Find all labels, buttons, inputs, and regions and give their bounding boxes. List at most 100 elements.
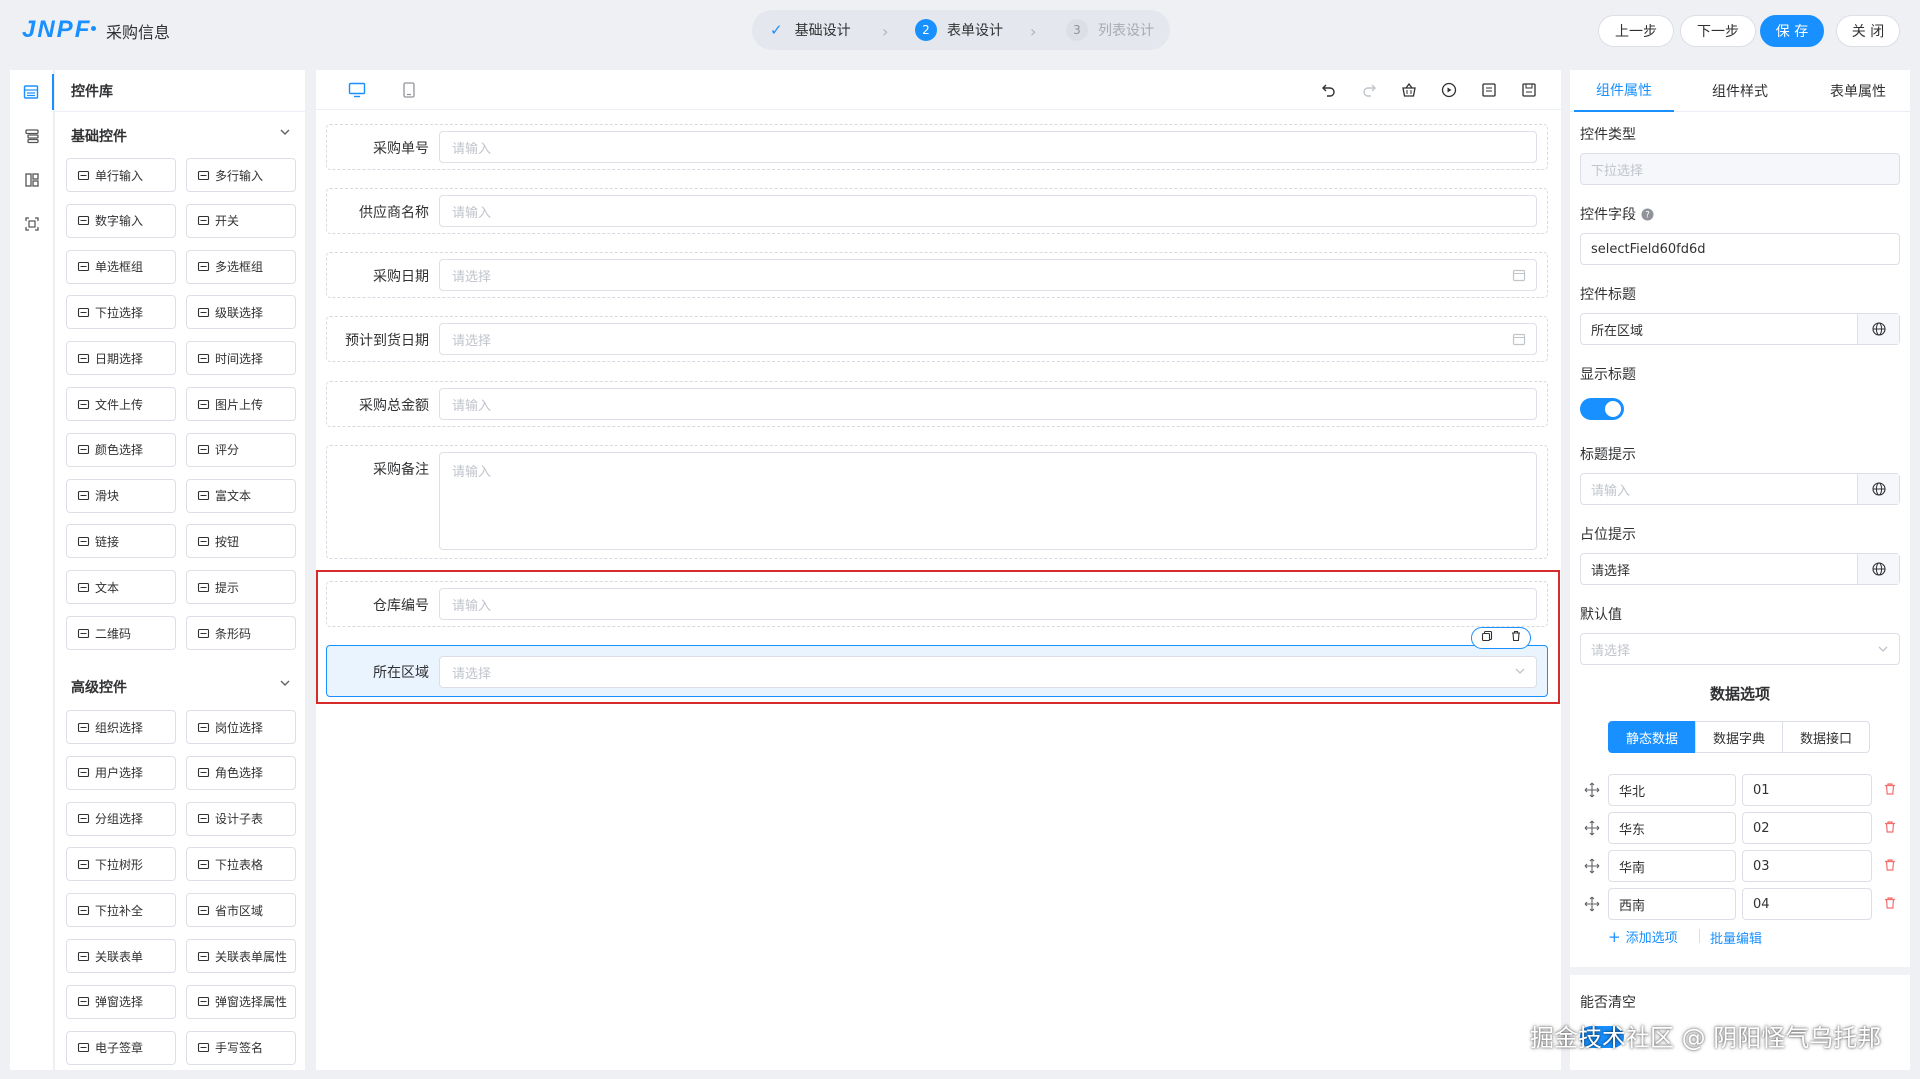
option-label-input[interactable]: 华北 (1608, 774, 1736, 806)
component-item[interactable]: 滑块 (66, 478, 176, 513)
copy-icon[interactable] (1481, 630, 1493, 646)
component-item[interactable]: 设计子表 (186, 801, 296, 836)
component-item[interactable]: 下拉树形 (66, 847, 176, 882)
delete-icon[interactable] (1510, 630, 1522, 646)
component-item[interactable]: 评分 (186, 432, 296, 467)
desktop-view-icon[interactable] (344, 78, 370, 102)
component-item[interactable]: 按钮 (186, 524, 296, 559)
component-item[interactable]: 富文本 (186, 478, 296, 513)
step-list-design[interactable]: 3 列表设计 (1066, 10, 1154, 50)
form-item-remarks[interactable]: 采购备注 请输入 (326, 445, 1548, 559)
save-button[interactable]: 保 存 (1760, 15, 1824, 47)
component-item[interactable]: 下拉补全 (66, 893, 176, 928)
add-option-link[interactable]: + 添加选项 (1608, 927, 1678, 947)
show-title-switch[interactable] (1580, 398, 1624, 420)
globe-icon[interactable] (1857, 554, 1899, 584)
step-basic-design[interactable]: ✓ 基础设计 (770, 10, 851, 50)
placeholder-input[interactable]: 请选择 (1580, 553, 1900, 585)
layout-template-icon[interactable] (10, 162, 54, 198)
text-input[interactable]: 请输入 (439, 131, 1537, 163)
drag-handle-icon[interactable] (1584, 782, 1600, 802)
globe-icon[interactable] (1857, 314, 1899, 344)
component-item[interactable]: 多选框组 (186, 249, 296, 284)
component-item[interactable]: 文件上传 (66, 387, 176, 421)
clear-basket-icon[interactable] (1396, 78, 1422, 102)
form-item-purchase-date[interactable]: 采购日期 请选择 (326, 252, 1548, 298)
component-item[interactable]: 用户选择 (66, 755, 176, 790)
component-item[interactable]: 下拉选择 (66, 295, 176, 330)
undo-icon[interactable] (1316, 78, 1342, 102)
component-item[interactable]: 单选框组 (66, 249, 176, 284)
textarea-input[interactable]: 请输入 (439, 452, 1537, 550)
step-form-design[interactable]: 2 表单设计 (915, 10, 1003, 50)
basic-components-header[interactable]: 基础控件 (71, 126, 291, 146)
component-item[interactable]: 开关 (186, 203, 296, 238)
text-input[interactable]: 请输入 (439, 195, 1537, 227)
batch-edit-link[interactable]: 批量编辑 (1710, 928, 1762, 947)
default-value-select[interactable]: 请选择 (1580, 633, 1900, 665)
option-label-input[interactable]: 华东 (1608, 812, 1736, 844)
delete-icon[interactable] (1883, 896, 1897, 914)
component-item[interactable]: 关联表单 (66, 939, 176, 973)
control-field-input[interactable]: selectField60fd6d (1580, 233, 1900, 265)
option-value-input[interactable]: 03 (1742, 850, 1872, 882)
component-item[interactable]: 图片上传 (186, 387, 296, 421)
number-input[interactable]: 请输入 (439, 388, 1537, 420)
save-draft-icon[interactable] (1516, 78, 1542, 102)
option-label-input[interactable]: 西南 (1608, 888, 1736, 920)
component-item[interactable]: 组织选择 (66, 710, 176, 744)
component-item[interactable]: 下拉表格 (186, 847, 296, 882)
preview-play-icon[interactable] (1436, 78, 1462, 102)
prev-step-button[interactable]: 上一步 (1598, 15, 1674, 47)
component-item[interactable]: 时间选择 (186, 341, 296, 376)
outline-tree-icon[interactable] (10, 118, 54, 154)
form-item-supplier-name[interactable]: 供应商名称 请输入 (326, 188, 1548, 234)
component-item[interactable]: 电子签章 (66, 1030, 176, 1065)
component-item[interactable]: 弹窗选择 (66, 984, 176, 1019)
text-input[interactable]: 请输入 (439, 588, 1537, 620)
form-item-purchase-no[interactable]: 采购单号 请输入 (326, 124, 1548, 170)
component-item[interactable]: 条形码 (186, 616, 296, 650)
option-value-input[interactable]: 04 (1742, 888, 1872, 920)
component-item[interactable]: 多行输入 (186, 158, 296, 192)
drag-handle-icon[interactable] (1584, 820, 1600, 840)
next-step-button[interactable]: 下一步 (1680, 15, 1756, 47)
tab-component-props[interactable]: 组件属性 (1574, 70, 1674, 112)
view-json-icon[interactable] (1476, 78, 1502, 102)
component-item[interactable]: 颜色选择 (66, 432, 176, 467)
form-item-warehouse-no[interactable]: 仓库编号 请输入 (326, 581, 1548, 627)
scan-code-icon[interactable] (10, 206, 54, 242)
component-item[interactable]: 二维码 (66, 616, 176, 650)
component-item[interactable]: 角色选择 (186, 755, 296, 790)
tab-component-style[interactable]: 组件样式 (1690, 70, 1790, 112)
component-item[interactable]: 日期选择 (66, 341, 176, 376)
globe-icon[interactable] (1857, 474, 1899, 504)
tablet-view-icon[interactable] (396, 78, 422, 102)
component-item[interactable]: 分组选择 (66, 801, 176, 836)
delete-icon[interactable] (1883, 820, 1897, 838)
component-item[interactable]: 手写签名 (186, 1030, 296, 1065)
component-item[interactable]: 数字输入 (66, 203, 176, 238)
date-picker-input[interactable]: 请选择 (439, 323, 1537, 355)
tab-data-dictionary[interactable]: 数据字典 (1695, 721, 1783, 753)
component-item[interactable]: 单行输入 (66, 158, 176, 192)
component-item[interactable]: 文本 (66, 570, 176, 605)
component-item[interactable]: 关联表单属性 (186, 939, 296, 973)
control-title-input[interactable]: 所在区域 (1580, 313, 1900, 345)
delete-icon[interactable] (1883, 858, 1897, 876)
option-label-input[interactable]: 华南 (1608, 850, 1736, 882)
option-value-input[interactable]: 02 (1742, 812, 1872, 844)
component-item[interactable]: 链接 (66, 524, 176, 559)
tab-form-props[interactable]: 表单属性 (1808, 70, 1908, 112)
redo-icon[interactable] (1356, 78, 1382, 102)
form-item-region-selected[interactable]: 所在区域 请选择 (326, 645, 1548, 697)
component-item[interactable]: 级联选择 (186, 295, 296, 330)
component-item[interactable]: 岗位选择 (186, 710, 296, 744)
option-value-input[interactable]: 01 (1742, 774, 1872, 806)
component-library-icon[interactable] (10, 74, 54, 110)
advanced-components-header[interactable]: 高级控件 (71, 677, 291, 697)
drag-handle-icon[interactable] (1584, 896, 1600, 916)
tab-static-data[interactable]: 静态数据 (1608, 721, 1696, 753)
title-tip-input[interactable]: 请输入 (1580, 473, 1900, 505)
drag-handle-icon[interactable] (1584, 858, 1600, 878)
